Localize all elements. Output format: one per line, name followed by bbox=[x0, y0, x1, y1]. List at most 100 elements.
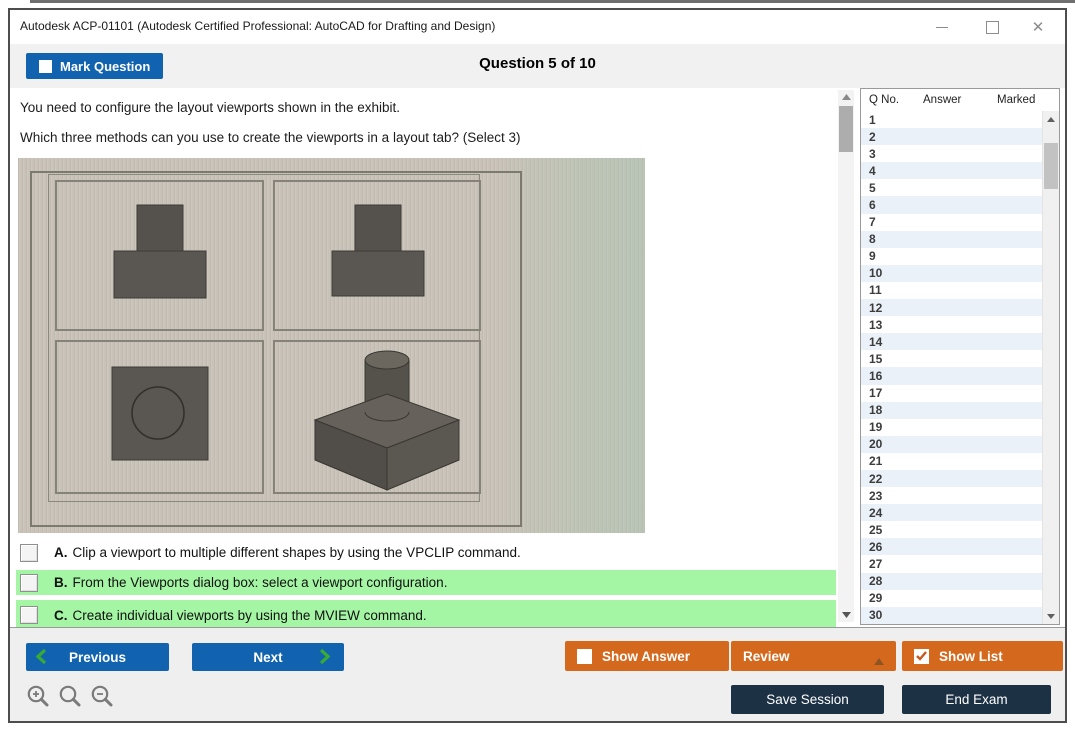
table-row[interactable]: 6 bbox=[861, 196, 1042, 213]
scroll-down-icon[interactable] bbox=[838, 608, 854, 622]
row-question-number: 1 bbox=[869, 113, 876, 127]
table-row[interactable]: 13 bbox=[861, 316, 1042, 333]
previous-button[interactable]: Previous bbox=[26, 643, 169, 671]
review-button[interactable]: Review bbox=[731, 641, 896, 671]
viewport-top-view bbox=[55, 340, 264, 494]
table-row[interactable]: 28 bbox=[861, 573, 1042, 590]
table-row[interactable]: 23 bbox=[861, 487, 1042, 504]
table-row[interactable]: 27 bbox=[861, 555, 1042, 572]
option-b-text: From the Viewports dialog box: select a … bbox=[73, 575, 448, 590]
mark-question-checkbox[interactable] bbox=[39, 60, 52, 73]
row-question-number: 4 bbox=[869, 164, 876, 178]
chevron-left-icon bbox=[36, 649, 46, 667]
question-list-scrollbar[interactable] bbox=[1042, 111, 1059, 624]
table-row[interactable]: 7 bbox=[861, 214, 1042, 231]
option-c-checkbox[interactable] bbox=[20, 606, 38, 624]
row-question-number: 20 bbox=[869, 437, 882, 451]
show-list-button[interactable]: Show List bbox=[902, 641, 1063, 671]
option-c-letter: C. bbox=[54, 608, 68, 623]
next-button[interactable]: Next bbox=[192, 643, 344, 671]
maximize-button[interactable] bbox=[979, 14, 1005, 40]
table-row[interactable]: 8 bbox=[861, 231, 1042, 248]
next-label: Next bbox=[253, 650, 282, 665]
mark-question-button[interactable]: Mark Question bbox=[26, 53, 163, 79]
row-question-number: 9 bbox=[869, 249, 876, 263]
table-row[interactable]: 24 bbox=[861, 504, 1042, 521]
table-row[interactable]: 10 bbox=[861, 265, 1042, 282]
table-row[interactable]: 4 bbox=[861, 162, 1042, 179]
table-row[interactable]: 14 bbox=[861, 333, 1042, 350]
previous-label: Previous bbox=[69, 650, 126, 665]
viewport-front-view bbox=[55, 180, 264, 331]
save-session-button[interactable]: Save Session bbox=[731, 685, 884, 714]
row-question-number: 25 bbox=[869, 523, 882, 537]
option-c[interactable]: C. Create individual viewports by using … bbox=[16, 600, 836, 627]
minimize-button[interactable] bbox=[929, 14, 955, 40]
scroll-up-icon[interactable] bbox=[838, 90, 854, 104]
table-row[interactable]: 18 bbox=[861, 402, 1042, 419]
isometric-shape bbox=[277, 342, 477, 492]
screen-edge-artifact bbox=[30, 0, 1075, 3]
list-scroll-up-icon[interactable] bbox=[1043, 113, 1059, 125]
option-a-checkbox[interactable] bbox=[20, 544, 38, 562]
row-question-number: 8 bbox=[869, 232, 876, 246]
table-row[interactable]: 15 bbox=[861, 350, 1042, 367]
show-answer-checkbox[interactable] bbox=[577, 649, 592, 664]
option-a-text: Clip a viewport to multiple different sh… bbox=[73, 545, 521, 560]
table-row[interactable]: 9 bbox=[861, 248, 1042, 265]
zoom-in-icon[interactable] bbox=[26, 684, 51, 709]
option-c-text: Create individual viewports by using the… bbox=[73, 608, 427, 623]
minimize-icon bbox=[936, 27, 948, 28]
show-answer-button[interactable]: Show Answer bbox=[565, 641, 729, 671]
table-row[interactable]: 19 bbox=[861, 419, 1042, 436]
option-a[interactable]: A. Clip a viewport to multiple different… bbox=[16, 540, 836, 565]
end-exam-label: End Exam bbox=[945, 692, 1007, 707]
table-row[interactable]: 1 bbox=[861, 111, 1042, 128]
table-row[interactable]: 12 bbox=[861, 299, 1042, 316]
table-row[interactable]: 25 bbox=[861, 521, 1042, 538]
table-row[interactable]: 2 bbox=[861, 128, 1042, 145]
checkmark-icon bbox=[916, 651, 927, 661]
row-question-number: 26 bbox=[869, 540, 882, 554]
chevron-right-icon bbox=[320, 649, 330, 667]
row-question-number: 13 bbox=[869, 318, 882, 332]
row-question-number: 14 bbox=[869, 335, 882, 349]
exam-window: Autodesk ACP-01101 (Autodesk Certified P… bbox=[8, 8, 1067, 723]
list-scroll-down-icon[interactable] bbox=[1043, 610, 1059, 622]
table-row[interactable]: 3 bbox=[861, 145, 1042, 162]
table-row[interactable]: 20 bbox=[861, 436, 1042, 453]
viewport-side-view bbox=[273, 180, 482, 331]
option-b[interactable]: B. From the Viewports dialog box: select… bbox=[16, 570, 836, 595]
row-question-number: 12 bbox=[869, 301, 882, 315]
zoom-reset-icon[interactable] bbox=[58, 684, 83, 709]
show-list-checkbox[interactable] bbox=[914, 649, 929, 664]
option-b-checkbox[interactable] bbox=[20, 574, 38, 592]
row-question-number: 22 bbox=[869, 472, 882, 486]
table-row[interactable]: 26 bbox=[861, 538, 1042, 555]
question-scroll-thumb[interactable] bbox=[839, 106, 853, 152]
table-row[interactable]: 17 bbox=[861, 385, 1042, 402]
table-row[interactable]: 21 bbox=[861, 453, 1042, 470]
question-list: 1234567891011121314151617181920212223242… bbox=[861, 111, 1042, 624]
table-row[interactable]: 16 bbox=[861, 367, 1042, 384]
side-view-shape bbox=[287, 191, 467, 321]
end-exam-button[interactable]: End Exam bbox=[902, 685, 1051, 714]
table-row[interactable]: 29 bbox=[861, 590, 1042, 607]
column-qno: Q No. bbox=[869, 94, 899, 106]
exhibit-image bbox=[18, 158, 645, 533]
column-answer: Answer bbox=[923, 94, 961, 106]
table-row[interactable]: 22 bbox=[861, 470, 1042, 487]
show-list-label: Show List bbox=[939, 649, 1003, 664]
zoom-out-icon[interactable] bbox=[90, 684, 115, 709]
row-question-number: 2 bbox=[869, 130, 876, 144]
window-title: Autodesk ACP-01101 (Autodesk Certified P… bbox=[20, 19, 495, 33]
close-button[interactable]: ✕ bbox=[1025, 14, 1051, 40]
list-scroll-thumb[interactable] bbox=[1044, 143, 1058, 189]
row-question-number: 23 bbox=[869, 489, 882, 503]
row-question-number: 5 bbox=[869, 181, 876, 195]
question-scrollbar[interactable] bbox=[838, 90, 854, 622]
table-row[interactable]: 5 bbox=[861, 179, 1042, 196]
row-question-number: 30 bbox=[869, 608, 882, 622]
table-row[interactable]: 30 bbox=[861, 607, 1042, 624]
table-row[interactable]: 11 bbox=[861, 282, 1042, 299]
